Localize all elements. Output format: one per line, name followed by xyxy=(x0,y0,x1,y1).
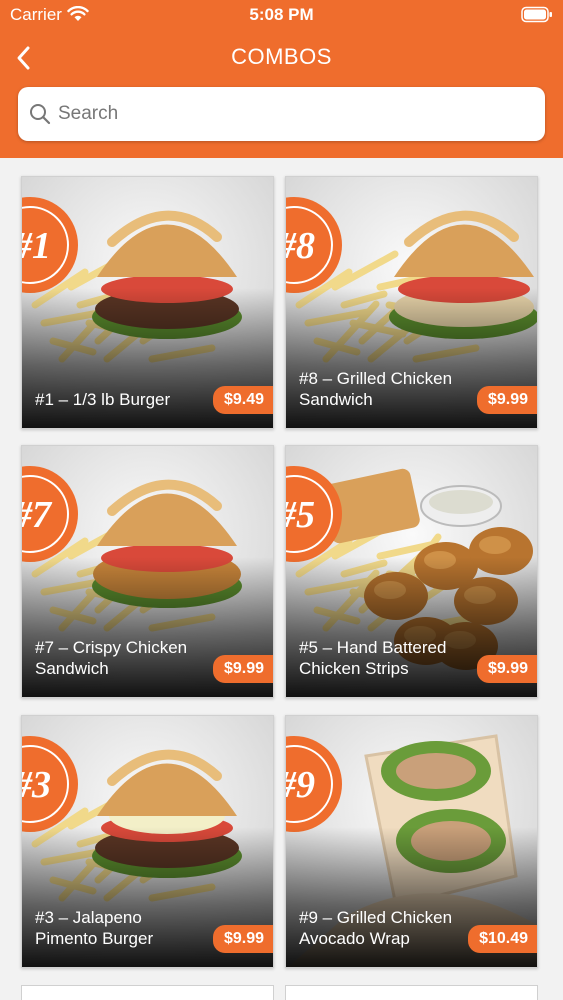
page-title: COMBOS xyxy=(231,44,332,69)
combo-price-badge: $9.99 xyxy=(476,655,537,683)
combo-card[interactable]: #1 #1 – 1/3 lb Burger $9.49 xyxy=(21,176,274,429)
combo-card[interactable] xyxy=(21,985,274,1000)
svg-text:#5: #5 xyxy=(286,494,315,536)
combo-card[interactable] xyxy=(285,985,538,1000)
svg-text:#1: #1 xyxy=(22,225,51,267)
combo-grid: #1 #1 – 1/3 lb Burger $9.49 #8 #8 – Grilled … xyxy=(0,158,563,1000)
combo-price-badge: $9.49 xyxy=(212,386,273,414)
combo-price-badge: $10.49 xyxy=(468,925,537,953)
combo-name: #8 – Grilled Chicken Sandwich xyxy=(299,369,453,409)
combo-name: #5 – Hand Battered Chicken Strips xyxy=(299,638,447,678)
search-input[interactable] xyxy=(58,96,528,132)
combo-name: #9 – Grilled Chicken Avocado Wrap xyxy=(299,908,453,948)
svg-text:#3: #3 xyxy=(22,764,51,806)
svg-text:#7: #7 xyxy=(22,494,53,536)
search-icon xyxy=(30,104,51,125)
combo-name: #3 – Jalapeno Pimento Burger xyxy=(35,908,154,948)
combo-card[interactable]: #3 #3 – Jalapeno Pimento Burger $9.99 xyxy=(21,715,274,968)
combo-card[interactable]: #7 #7 – Crispy Chicken Sandwich $9.99 xyxy=(21,445,274,698)
search-bar[interactable] xyxy=(18,87,545,141)
combo-card[interactable]: #9 #9 – Grilled Chicken Avocado Wrap $10.4… xyxy=(285,715,538,968)
app-header: Carrier 5:08 PM COMBOS xyxy=(0,0,563,158)
combo-price-badge: $9.99 xyxy=(212,655,273,683)
status-time: 5:08 PM xyxy=(249,5,314,24)
nav-bar: COMBOS xyxy=(0,38,563,78)
svg-text:#8: #8 xyxy=(286,225,315,267)
combo-card[interactable]: #5 #5 – Hand Battered Chicken Strips $9.99 xyxy=(285,445,538,698)
battery-icon xyxy=(521,6,552,23)
combo-name: #1 – 1/3 lb Burger xyxy=(35,390,171,409)
svg-text:#9: #9 xyxy=(286,764,315,806)
combo-card[interactable]: #8 #8 – Grilled Chicken Sandwich $9.99 xyxy=(285,176,538,429)
combo-name: #7 – Crispy Chicken Sandwich xyxy=(35,638,188,678)
status-bar: Carrier 5:08 PM xyxy=(0,0,563,32)
combo-price-badge: $9.99 xyxy=(212,925,273,953)
combo-price-badge: $9.99 xyxy=(476,386,537,414)
